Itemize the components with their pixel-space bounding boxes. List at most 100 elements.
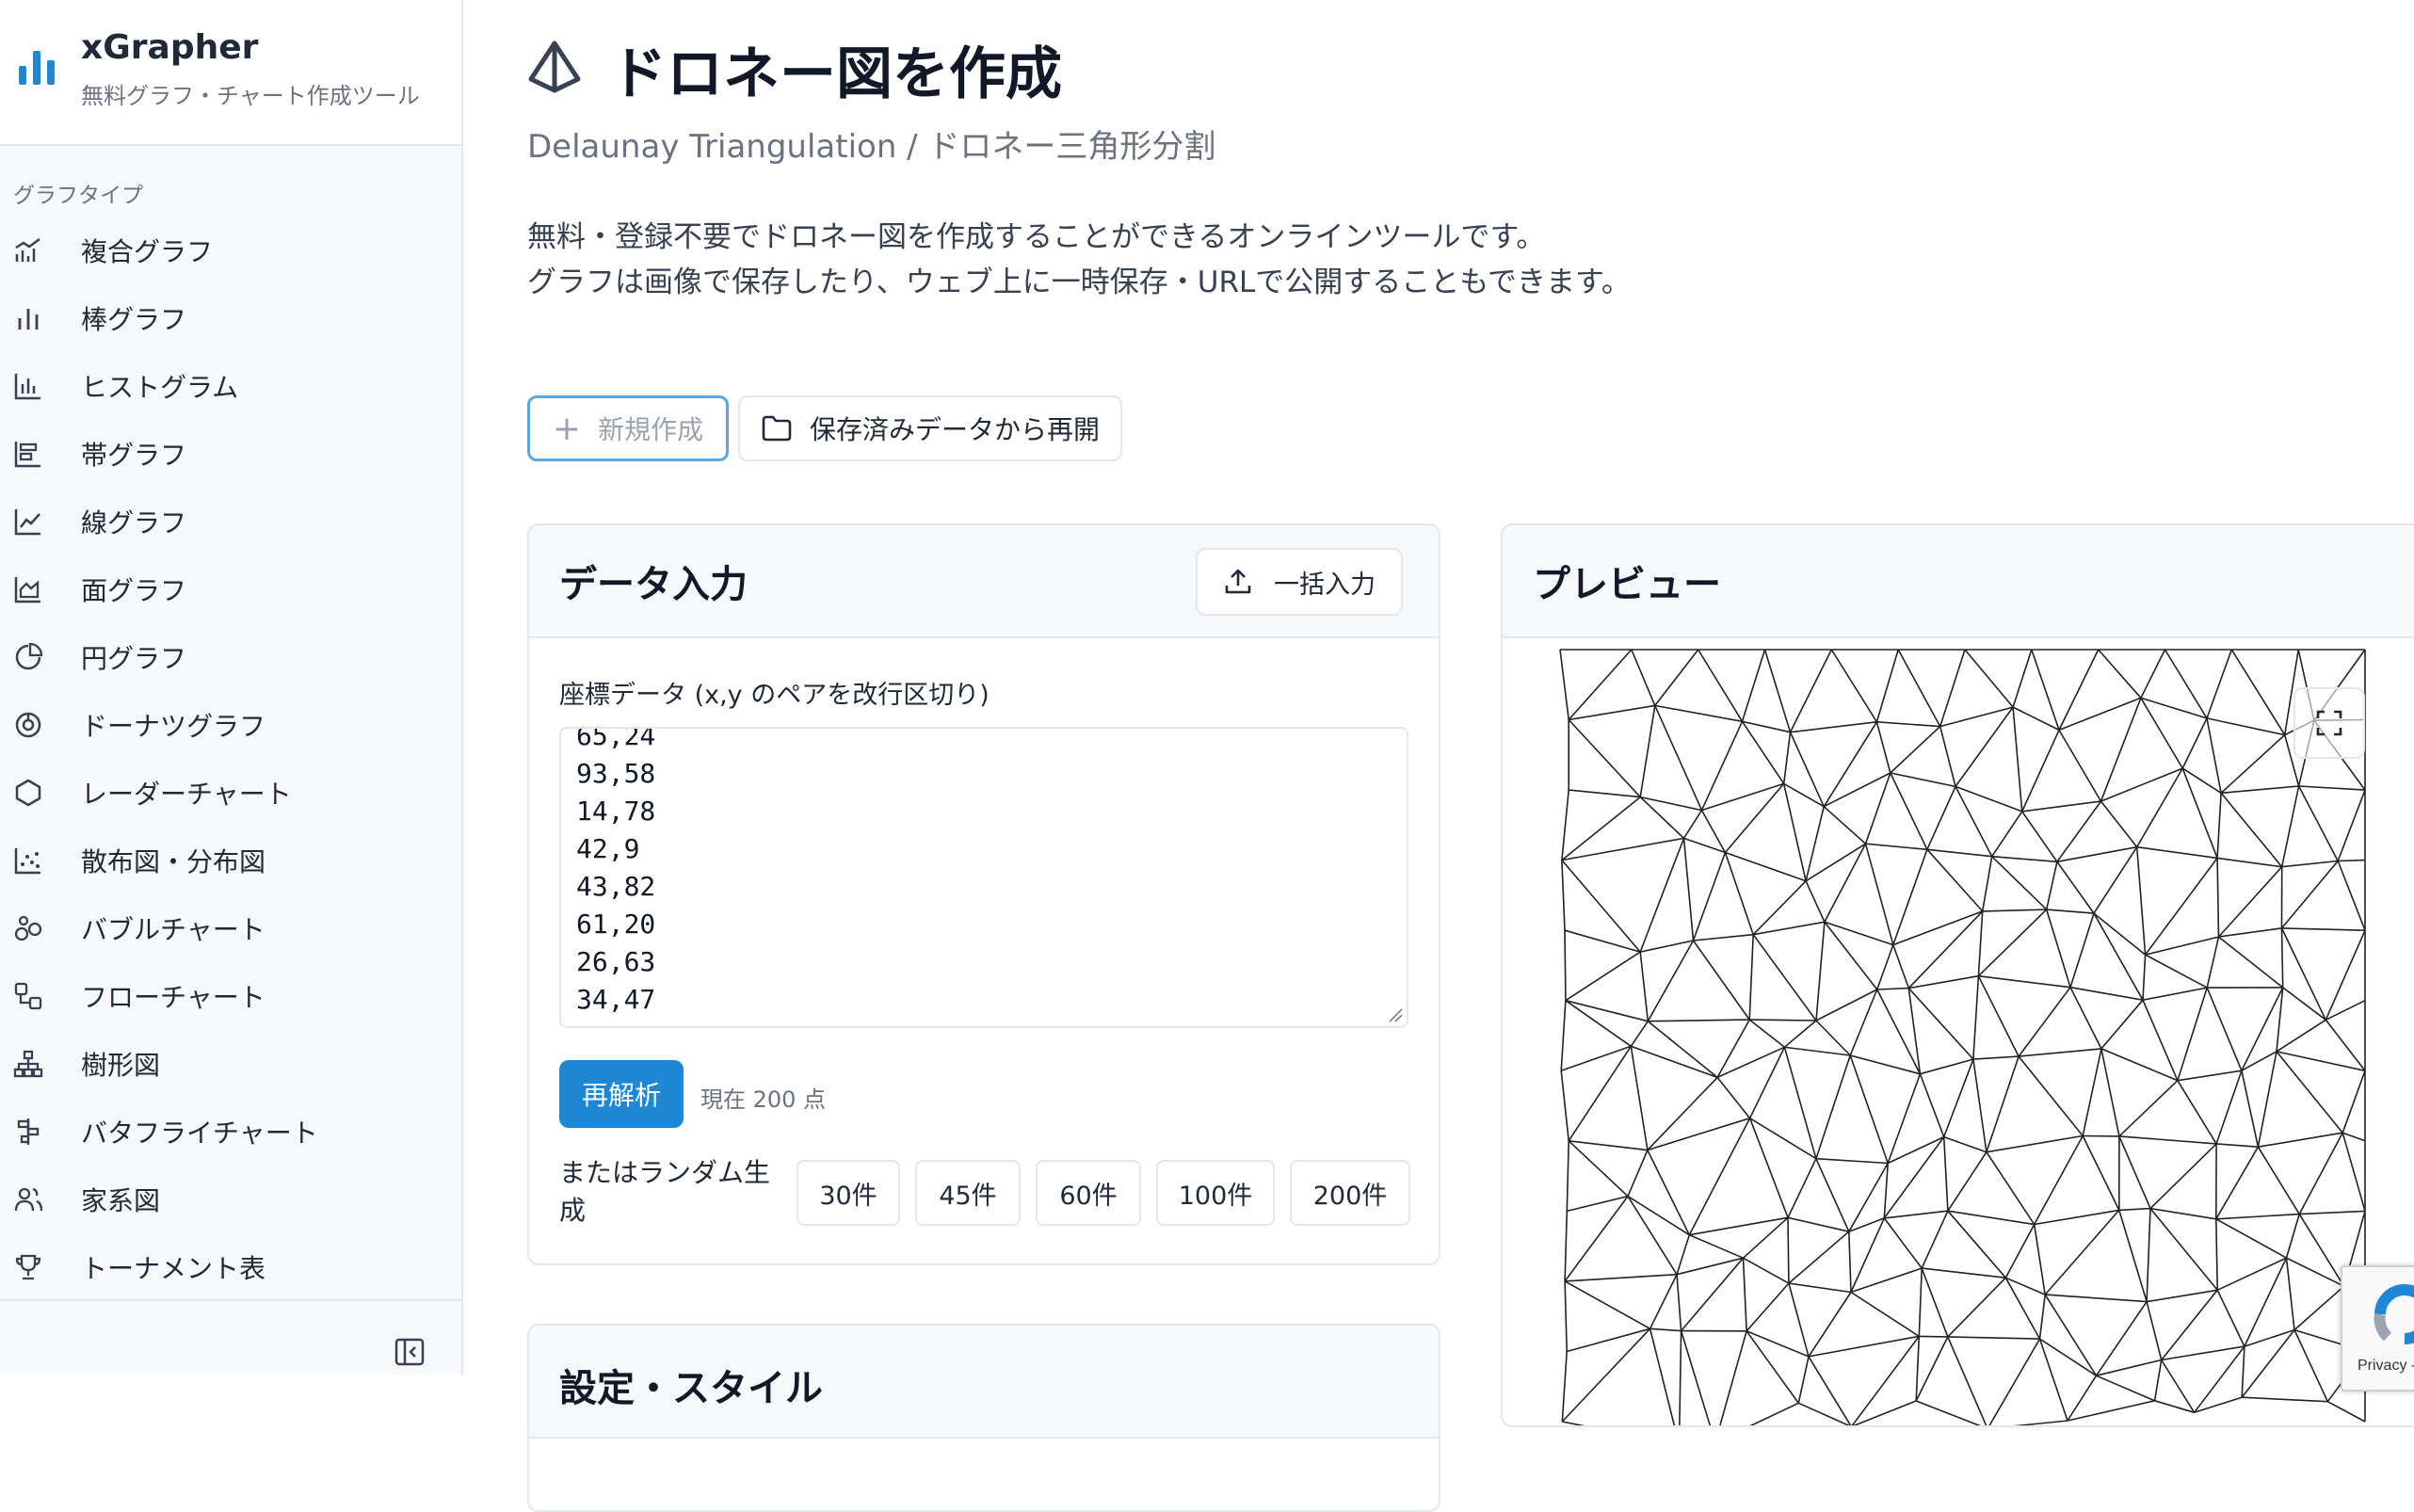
mesh-edge [1565, 1281, 1650, 1328]
mesh-edge [2147, 1290, 2217, 1301]
mesh-edge [2221, 735, 2285, 794]
sidebar-item-butterfly[interactable]: バタフライチャート [0, 1098, 461, 1166]
sidebar-item-label: ヒストグラム [81, 367, 238, 405]
brand-subtitle: 無料グラフ・チャート作成ツール [81, 77, 420, 110]
mesh-edge [2207, 718, 2221, 793]
mesh-edge [1565, 930, 1640, 952]
mesh-edge [1850, 989, 1877, 1055]
mesh-edge [1569, 650, 1632, 720]
mesh-edge [1789, 1231, 1849, 1283]
sidebar-nav: 複合グラフ棒グラフヒストグラム帯グラフ線グラフ面グラフ円グラフドーナツグラフレー… [0, 217, 461, 1301]
bulk-input-button[interactable]: 一括入力 [1196, 548, 1403, 616]
mesh-edge [2070, 913, 2094, 988]
mesh-edge [1891, 727, 1940, 773]
sidebar-item-area-chart[interactable]: 面グラフ [0, 555, 461, 623]
sidebar-item-label: 家系図 [81, 1181, 160, 1218]
sidebar-item-stacked-bar[interactable]: 帯グラフ [0, 420, 461, 488]
resize-grip-icon[interactable] [1388, 1007, 1403, 1022]
random-200-button[interactable]: 200件 [1290, 1160, 1410, 1226]
mesh-edge [2150, 1209, 2216, 1219]
mesh-edge [1825, 922, 1877, 989]
sidebar-item-trophy[interactable]: トーナメント表 [0, 1233, 461, 1301]
mesh-edge [1973, 976, 1979, 1059]
mesh-edge [1784, 732, 1791, 784]
sidebar-item-pie-chart[interactable]: 円グラフ [0, 623, 461, 691]
mesh-edge [2242, 1330, 2294, 1398]
sidebar-item-label: ドーナツグラフ [81, 706, 266, 744]
mesh-edge [2057, 861, 2094, 913]
sidebar-item-combo-chart[interactable]: 複合グラフ [0, 217, 461, 284]
mesh-edge [1955, 786, 1992, 856]
mesh-edge [2217, 1258, 2286, 1290]
mesh-edge [1919, 1268, 1922, 1336]
sidebar-item-bar-chart[interactable]: 棒グラフ [0, 284, 461, 352]
brand[interactable]: xGrapher 無料グラフ・チャート作成ツール [0, 0, 461, 146]
mesh-edge [1866, 844, 1893, 944]
mesh-edge [1919, 1336, 1948, 1337]
mesh-edge [2242, 1397, 2327, 1402]
mesh-edge [1765, 650, 1791, 732]
random-45-button[interactable]: 45件 [915, 1160, 1021, 1226]
mesh-edge [2178, 1081, 2216, 1144]
mesh-edge [2119, 1210, 2147, 1301]
mesh-edge [1898, 650, 1940, 727]
new-create-button[interactable]: + 新規作成 [527, 395, 729, 461]
mesh-edge [1569, 1141, 1648, 1150]
users-icon [13, 1184, 43, 1214]
mesh-edge [2019, 1056, 2083, 1135]
mesh-edge [1851, 1293, 1919, 1337]
mesh-edge [1788, 1217, 1789, 1283]
sidebar-item-bubble[interactable]: バブルチャート [0, 894, 461, 962]
sidebar-item-hexagon[interactable]: レーダーチャート [0, 759, 461, 827]
mesh-edge [1640, 797, 1701, 811]
resume-saved-button[interactable]: 保存済みデータから再開 [738, 395, 1122, 461]
mesh-edge [2047, 909, 2094, 913]
recaptcha-badge[interactable]: Privacy - Terms [2341, 1265, 2414, 1391]
random-generate-label: またはランダム生成 [559, 1154, 785, 1230]
mesh-edge [1791, 732, 1825, 807]
line-chart-icon [13, 507, 43, 537]
mesh-edge [1884, 1218, 1922, 1268]
fullscreen-button[interactable] [2293, 687, 2365, 759]
sidebar-item-donut-chart[interactable]: ドーナツグラフ [0, 691, 461, 759]
mesh-edge [2119, 1081, 2178, 1136]
mesh-edge [1866, 844, 1927, 849]
sidebar-section-label: グラフタイプ [13, 177, 143, 209]
mesh-edge [1920, 1074, 1943, 1137]
mesh-edge [1816, 989, 1877, 1021]
sidebar-item-line-chart[interactable]: 線グラフ [0, 488, 461, 555]
recaptcha-privacy-text[interactable]: Privacy - Terms [2358, 1358, 2414, 1375]
mesh-edge [2245, 1330, 2294, 1347]
sidebar-item-users[interactable]: 家系図 [0, 1166, 461, 1233]
sidebar-item-tree[interactable]: 樹形図 [0, 1030, 461, 1098]
donut-chart-icon [13, 710, 43, 740]
plus-icon: + [553, 410, 581, 448]
mesh-edge [1648, 941, 1693, 1021]
coordinates-textarea[interactable]: 65,2493,5814,7842,943,8261,2026,6334,47 [559, 727, 1408, 1028]
sidebar-item-flowchart[interactable]: フローチャート [0, 962, 461, 1030]
random-30-button[interactable]: 30件 [797, 1160, 900, 1226]
sidebar-item-label: 散布図・分布図 [81, 842, 266, 879]
mesh-edge [2216, 1144, 2258, 1147]
mesh-edge [1791, 722, 1877, 732]
mesh-edge [2242, 1070, 2259, 1147]
mesh-edge [1927, 786, 1955, 849]
random-100-button[interactable]: 100件 [1156, 1160, 1275, 1226]
mesh-edge [1916, 1337, 1948, 1401]
mesh-edge [2216, 1214, 2299, 1219]
sidebar-item-histogram[interactable]: ヒストグラム [0, 352, 461, 420]
mesh-edge [2119, 1136, 2150, 1209]
coordinate-line: 43,82 [576, 868, 655, 906]
reanalyze-button[interactable]: 再解析 [559, 1060, 684, 1128]
trophy-icon [13, 1252, 43, 1282]
sidebar-collapse-icon[interactable] [394, 1337, 426, 1367]
mesh-edge [1877, 945, 1893, 989]
mesh-edge [1791, 650, 1832, 732]
mesh-edge [1632, 650, 1655, 705]
preview-header: プレビュー [1503, 525, 2414, 638]
sidebar-item-scatter[interactable]: 散布図・分布図 [0, 827, 461, 894]
mesh-edge [2294, 1286, 2344, 1329]
random-60-button[interactable]: 60件 [1036, 1160, 1141, 1226]
mesh-edge [1562, 1328, 1650, 1422]
mesh-edge [2299, 786, 2339, 861]
